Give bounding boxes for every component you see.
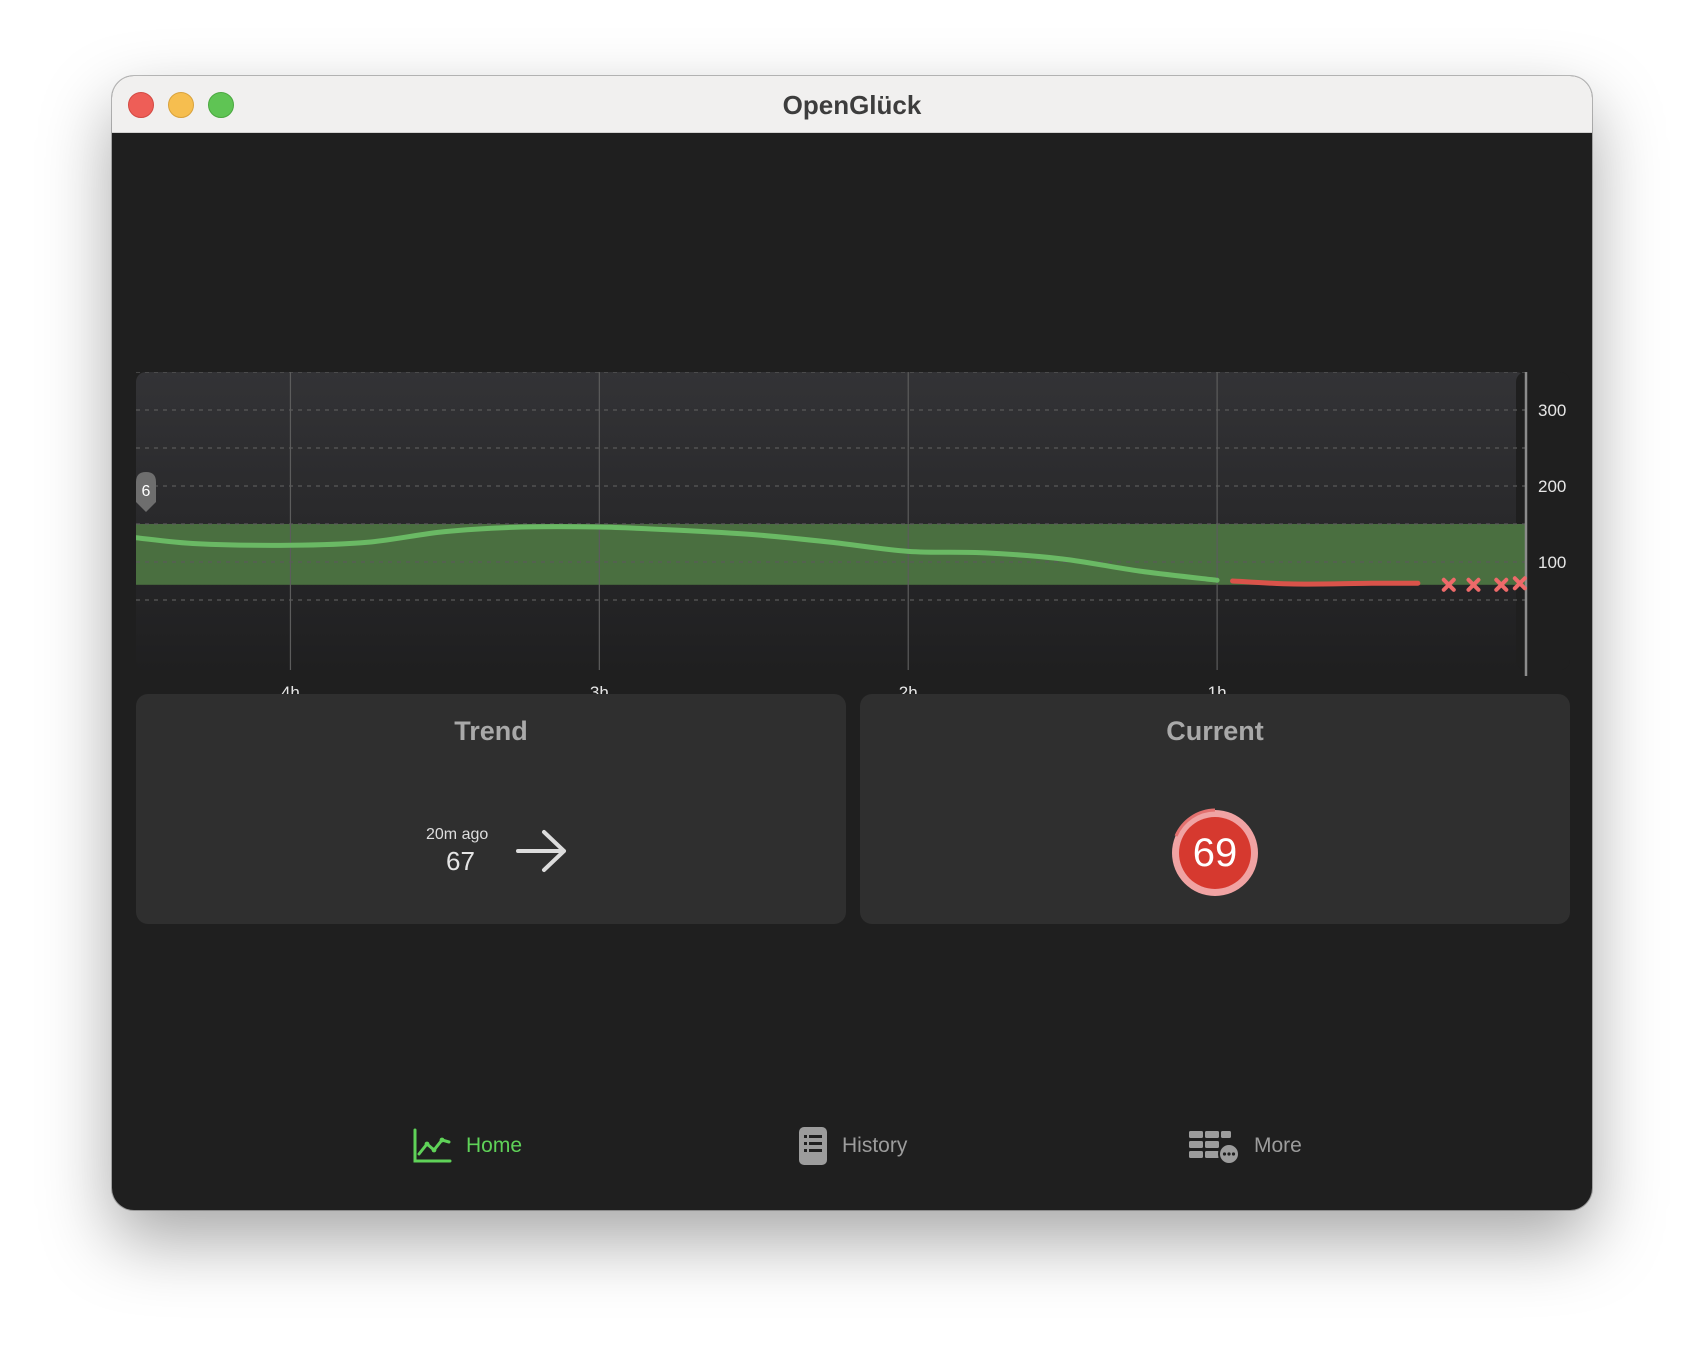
app-window: OpenGlück 4h 3h 2h 1h 300 200 100 6 Trend 20m a… [112, 76, 1592, 1210]
window-title: OpenGlück [782, 90, 922, 120]
more-grid-icon [1189, 1131, 1240, 1165]
tab-history[interactable]: History [798, 1116, 907, 1176]
tab-more[interactable]: More [1188, 1116, 1302, 1176]
glucose-line-low [1230, 578, 1421, 587]
event-marker-label: 6 [142, 483, 151, 500]
tab-home[interactable]: Home [412, 1116, 522, 1176]
trend-card: Trend 20m ago 67 [136, 694, 846, 924]
tab-home-label: Home [466, 1134, 523, 1157]
trend-time-ago: 20m ago [426, 826, 489, 843]
tab-history-label: History [842, 1134, 908, 1157]
target-range-band [136, 524, 1526, 585]
arrow-right-icon [516, 830, 566, 872]
chart-plot-area [136, 372, 1526, 670]
glucose-chart[interactable]: 4h 3h 2h 1h3002001006 [136, 372, 1570, 702]
current-card-title: Current [1166, 716, 1264, 746]
y-tick-label: 300 [1538, 401, 1566, 420]
list-icon [799, 1127, 827, 1165]
trend-card-title: Trend [454, 716, 528, 746]
current-card: Current 69 [860, 694, 1570, 924]
tab-more-label: More [1254, 1134, 1302, 1157]
current-value: 69 [1192, 831, 1238, 875]
y-tick-label: 100 [1538, 553, 1566, 572]
line-chart-icon [413, 1128, 452, 1163]
trend-value: 67 [446, 846, 475, 876]
title-bar: OpenGlück [112, 76, 1592, 133]
tab-bar: Home History More [112, 1116, 1592, 1176]
y-tick-label: 200 [1538, 477, 1566, 496]
